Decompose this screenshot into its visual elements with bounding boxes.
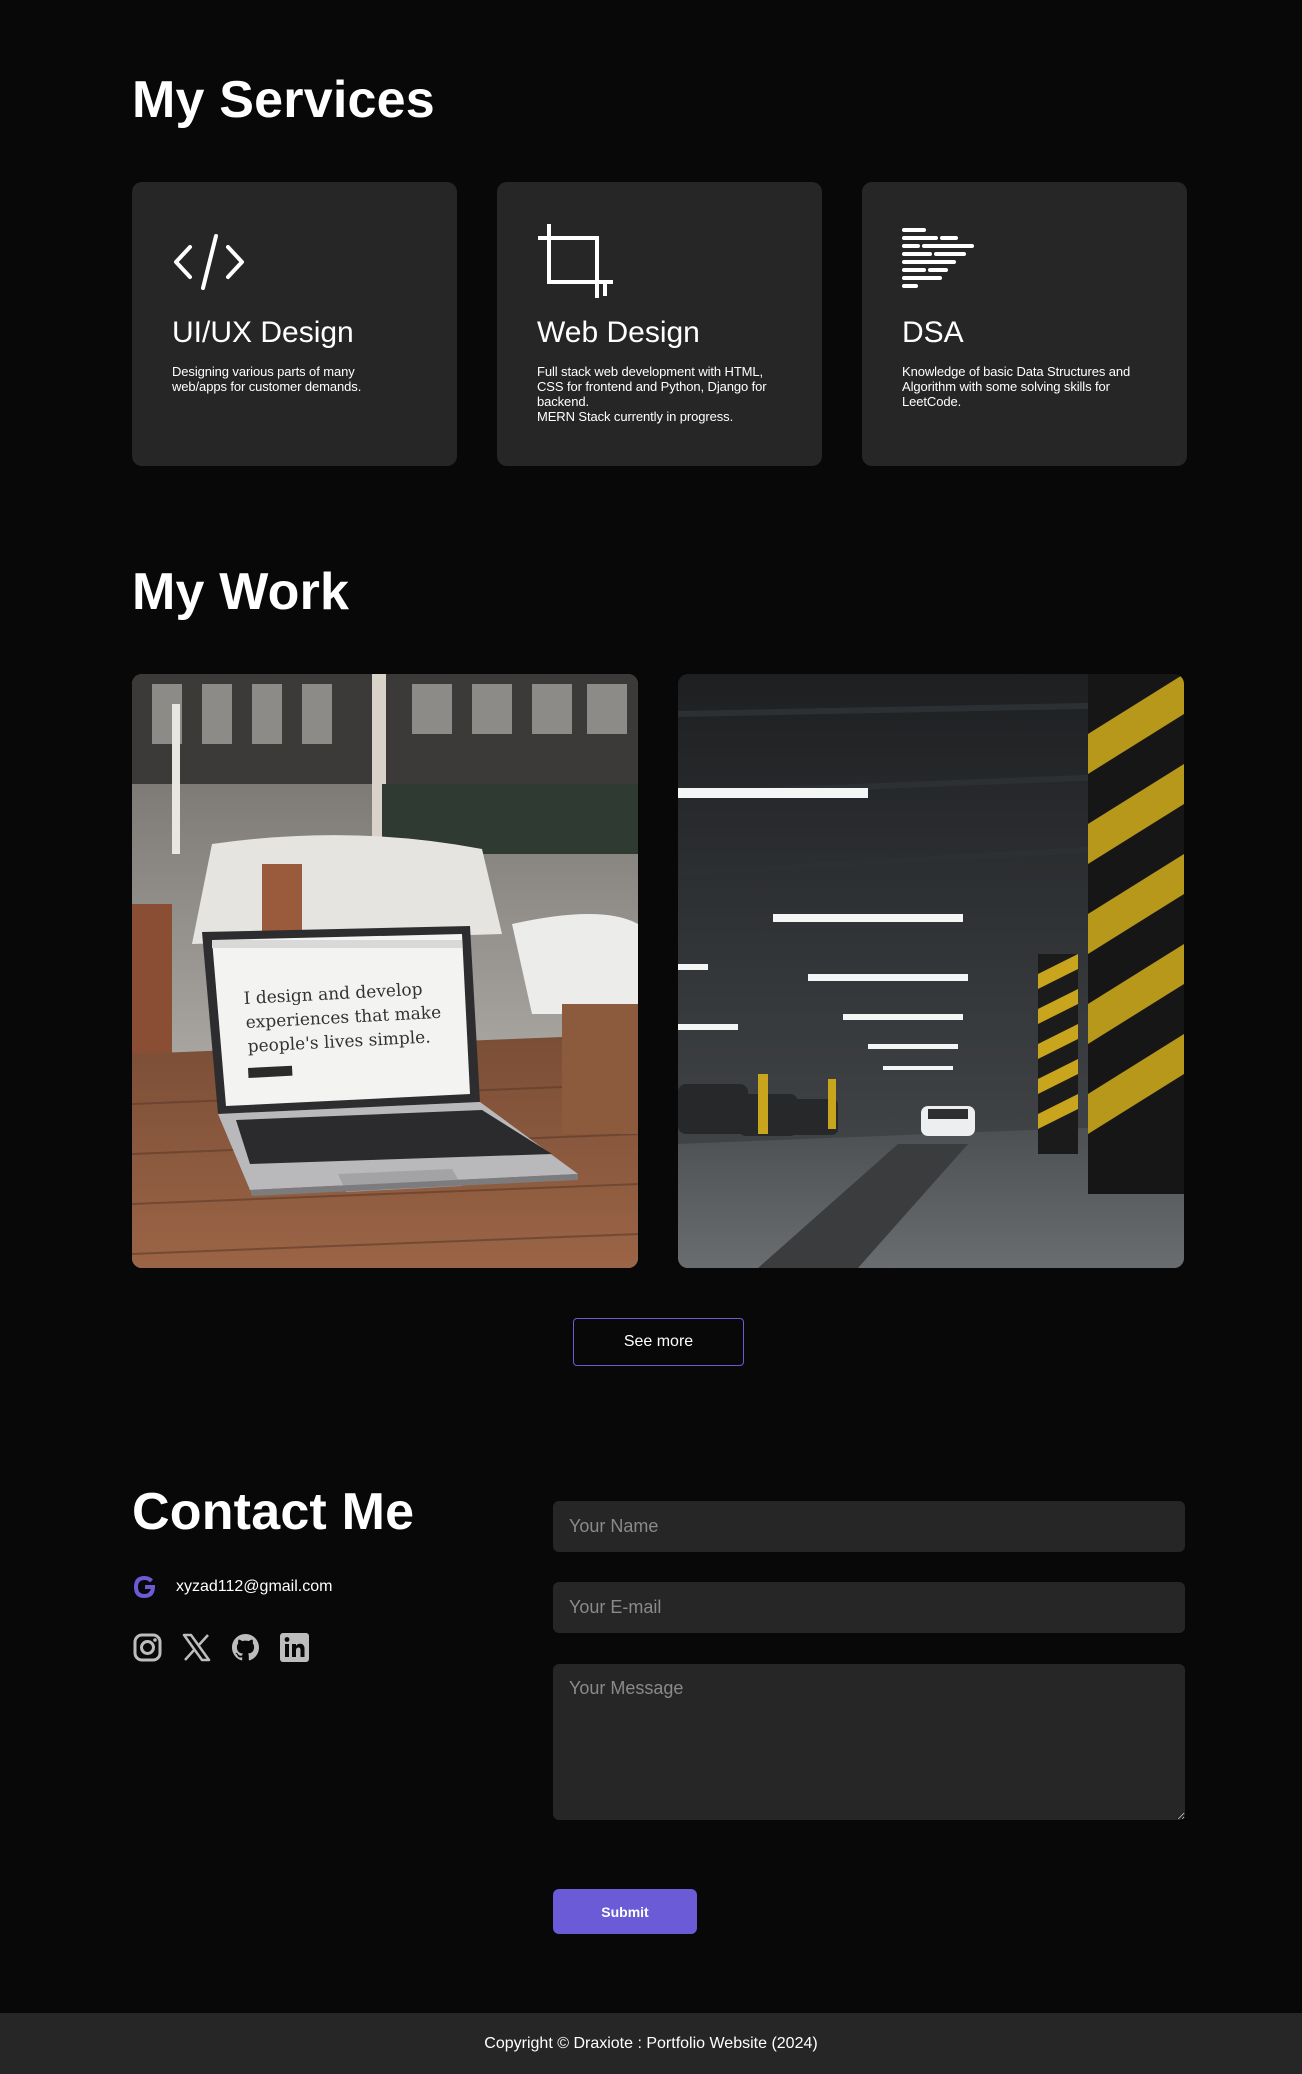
work-title: My Work (132, 563, 350, 621)
google-icon (134, 1576, 156, 1598)
message-field[interactable] (553, 1664, 1185, 1820)
submit-button[interactable]: Submit (553, 1889, 697, 1934)
linkedin-link[interactable] (279, 1632, 310, 1663)
x-icon (182, 1633, 211, 1662)
email-field[interactable] (553, 1582, 1185, 1633)
work-item-parking[interactable] (678, 674, 1184, 1268)
service-card-uiux: UI/UX Design Designing various parts of … (132, 182, 457, 466)
contact-email: xyzad112@gmail.com (132, 1574, 332, 1600)
service-card-web-design: Web Design Full stack web development wi… (497, 182, 822, 466)
service-description: Designing various parts of many web/apps… (172, 364, 362, 394)
contact-title: Contact Me (132, 1483, 415, 1541)
social-links (132, 1632, 310, 1663)
service-title: UI/UX Design (172, 316, 354, 349)
github-icon (232, 1634, 259, 1661)
footer: Copyright © Draxiote : Portfolio Website… (0, 2013, 1302, 2074)
service-card-dsa: DSA Knowledge of basic Data Structures a… (862, 182, 1187, 466)
instagram-icon (133, 1633, 162, 1662)
see-more-button[interactable]: See more (573, 1318, 744, 1366)
text-lines-icon (902, 228, 974, 288)
work-grid: I design and develop experiences that ma… (132, 674, 1184, 1268)
github-link[interactable] (230, 1632, 261, 1663)
instagram-link[interactable] (132, 1632, 163, 1663)
name-field[interactable] (553, 1501, 1185, 1552)
x-link[interactable] (181, 1632, 212, 1663)
code-icon (174, 234, 244, 290)
service-title: DSA (902, 316, 964, 349)
service-description: Full stack web development with HTML, CS… (537, 364, 767, 424)
services-title: My Services (132, 71, 435, 129)
service-description: Knowledge of basic Data Structures and A… (902, 364, 1131, 409)
linkedin-icon (280, 1633, 309, 1662)
email-text: xyzad112@gmail.com (176, 1578, 333, 1595)
services-grid: UI/UX Design Designing various parts of … (132, 182, 1187, 466)
laptop-on-table-photo: I design and develop experiences that ma… (132, 674, 638, 1268)
crop-icon (538, 224, 613, 298)
service-title: Web Design (537, 316, 700, 349)
work-item-laptop[interactable]: I design and develop experiences that ma… (132, 674, 638, 1268)
footer-copyright: Copyright © Draxiote : Portfolio Website… (484, 2034, 818, 2052)
parking-garage-photo (678, 674, 1184, 1268)
